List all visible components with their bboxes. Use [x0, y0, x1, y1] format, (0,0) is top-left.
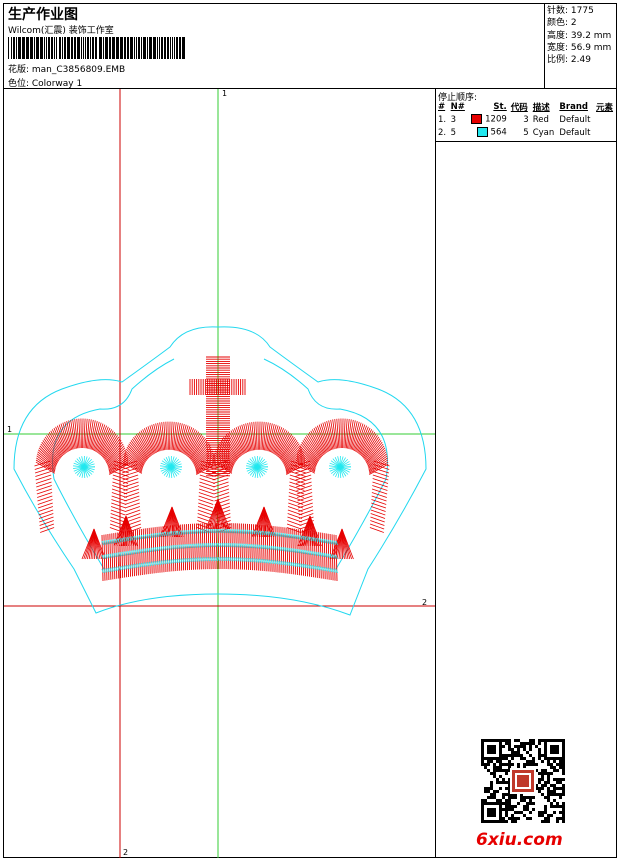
- thread-swatch: [471, 114, 483, 125]
- row-code: 3: [523, 114, 529, 125]
- table-header-row: # N# St. 代码 描述 Brand 元素: [436, 101, 616, 113]
- design-file-name: 花版: man_C3856809.EMB: [8, 65, 126, 75]
- col-brand-header: Brand: [559, 102, 588, 112]
- top-marker: 1: [222, 89, 227, 98]
- watermark-logo: 6xiu.com: [476, 830, 563, 850]
- row-brand: Default: [559, 127, 591, 138]
- row-description: Red: [532, 114, 549, 125]
- row-needle: 3: [450, 114, 457, 125]
- row-index: 1.: [438, 114, 447, 125]
- right-marker: 2: [422, 598, 427, 607]
- left-marker: 1: [7, 425, 12, 434]
- table-row: 1. 3 1209 3 Red Default: [436, 113, 616, 126]
- stats-divider: [544, 4, 545, 88]
- col-stitches-header: St.: [493, 102, 507, 112]
- page-title: 生产作业图: [8, 7, 78, 23]
- crown-embroidery: [34, 356, 390, 582]
- col-description-header: 描述: [532, 103, 550, 113]
- table-row: 2. 5 564 5 Cyan Default: [436, 126, 616, 139]
- row-stitches: 1209: [485, 114, 507, 125]
- row-stitches: 564: [490, 127, 507, 138]
- row-brand: Default: [559, 114, 591, 125]
- embroidery-design-canvas: 1 1 2 2: [4, 89, 435, 858]
- row-description: Cyan: [532, 127, 555, 138]
- scale-ratio: 比例: 2.49: [547, 55, 591, 66]
- color-count: 颜色: 2: [547, 18, 577, 29]
- col-needle-header: N#: [450, 102, 465, 112]
- bottom-marker: 2: [123, 848, 128, 857]
- qr-code-icon: [480, 738, 566, 824]
- row-needle: 5: [450, 127, 457, 138]
- col-code-header: 代码: [510, 103, 528, 113]
- row-index: 2.: [438, 127, 447, 138]
- company-name: Wilcom(汇震) 装饰工作室: [8, 26, 114, 36]
- col-element-header: 元素: [596, 103, 614, 113]
- table-bottom-rule: [436, 141, 616, 142]
- row-code: 5: [523, 127, 529, 138]
- thread-swatch: [476, 127, 488, 138]
- design-stats: 针数: 1775 颜色: 2 高度: 39.2 mm 宽度: 56.9 mm 比…: [547, 5, 611, 66]
- design-width: 宽度: 56.9 mm: [547, 42, 612, 53]
- barcode-icon: [8, 37, 185, 59]
- stitch-count: 针数: 1775: [547, 6, 594, 16]
- sidebar-divider: [435, 88, 436, 858]
- design-height: 高度: 39.2 mm: [547, 30, 612, 41]
- col-index-header: #: [438, 102, 446, 112]
- color-sequence-table: # N# St. 代码 描述 Brand 元素 1. 3 1209 3 Red …: [436, 101, 616, 139]
